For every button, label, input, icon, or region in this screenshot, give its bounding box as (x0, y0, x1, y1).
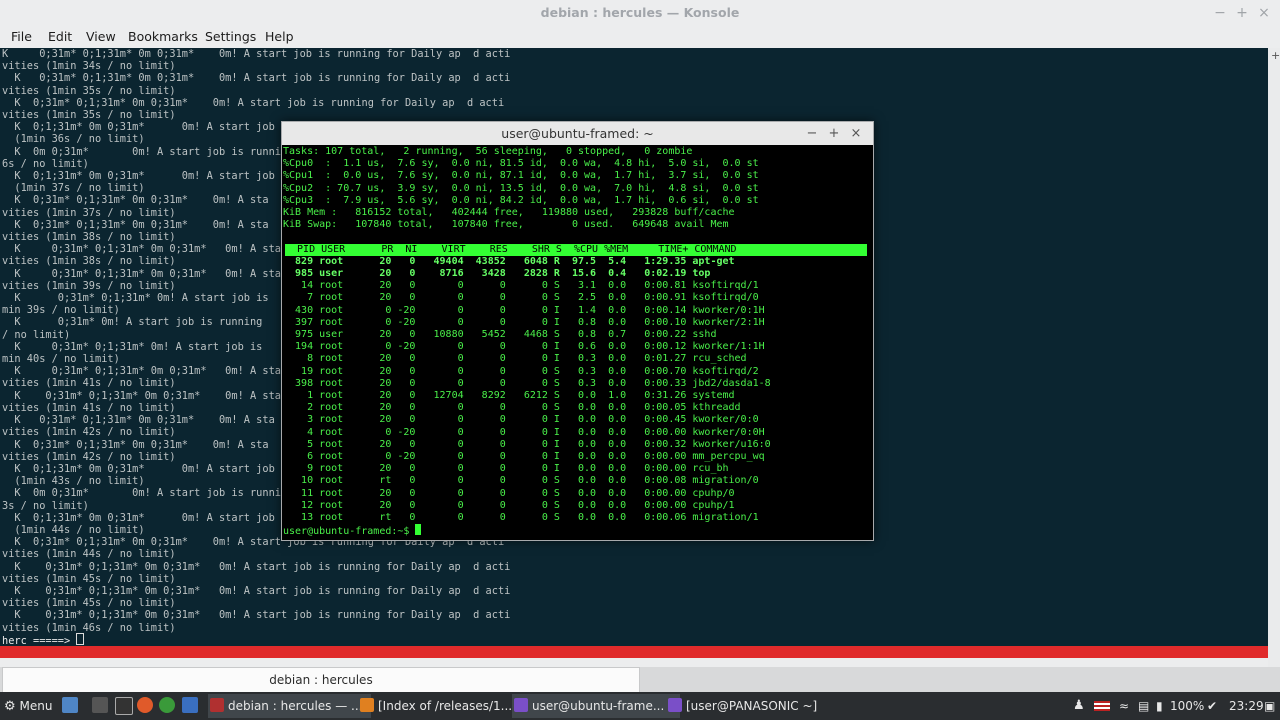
summary-line: %Cpu1 : 0.0 us, 7.6 sy, 0.0 ni, 87.1 id,… (283, 170, 759, 182)
close-icon[interactable]: × (1254, 3, 1274, 23)
notification-icon[interactable]: ▣ (1264, 692, 1275, 720)
konsole-menubar: File Edit View Bookmarks Settings Help (0, 26, 1280, 48)
menu-bookmarks[interactable]: Bookmarks (128, 26, 198, 48)
process-row-line: 13 root rt 0 0 0 0 S 0.0 0.0 0:00.06 mig… (283, 512, 759, 524)
scrollbar[interactable]: + (1268, 48, 1280, 668)
process-row-line: 985 user 20 0 8716 3428 2828 R 15.6 0.4 … (283, 268, 711, 280)
process-row-line: 397 root 0 -20 0 0 0 I 0.8 0.0 0:00.10 k… (283, 316, 765, 328)
konsole-prompt[interactable]: herc =====> (2, 633, 85, 646)
summary-line: KiB Swap: 107840 total, 107840 free, 0 u… (283, 219, 729, 231)
process-row-line: 5 root 20 0 0 0 0 I 0.0 0.0 0:00.32 kwor… (283, 438, 771, 450)
konsole-title: debian : hercules — Konsole (540, 5, 740, 20)
top-blank-line (283, 231, 872, 243)
start-menu-button[interactable]: ⚙ Menu (4, 692, 52, 720)
process-row-line: 9 root 20 0 0 0 0 I 0.0 0.0 0:00.00 rcu_… (283, 463, 729, 475)
process-row-line: 19 root 20 0 0 0 0 S 0.3 0.0 0:00.70 kso… (283, 365, 759, 377)
log-line: K 0;31m* 0;1;31m* 0m 0;31m* 0m! A start … (2, 609, 511, 622)
maximize-icon[interactable]: + (1232, 3, 1252, 23)
log-line: vities (1min 34s / no limit) (2, 60, 176, 73)
menu-view[interactable]: View (86, 26, 116, 48)
terminal-title: user@ubuntu-framed: ~ (501, 126, 654, 141)
firefox-icon[interactable] (137, 697, 153, 713)
vnc-icon[interactable] (182, 697, 198, 713)
process-row-line: 829 root 20 0 49404 43852 6048 R 97.5 5.… (283, 255, 735, 267)
process-row-line: 4 root 0 -20 0 0 0 I 0.0 0.0 0:00.00 kwo… (283, 426, 765, 438)
summary-line: Tasks: 107 total, 2 running, 56 sleeping… (283, 146, 693, 157)
chrome-icon[interactable] (159, 697, 175, 713)
task-user-panasonic[interactable]: [user@PANASONIC ~] (666, 694, 826, 718)
top-terminal-window[interactable]: user@ubuntu-framed: ~ − + × Tasks: 107 t… (281, 121, 874, 541)
task-index-releases[interactable]: [Index of /releases/1... (358, 694, 523, 718)
process-row-line: 398 root 20 0 0 0 0 S 0.3 0.0 0:00.33 jb… (283, 377, 771, 389)
log-line: K 0;31m* 0;1;31m* 0m 0;31m* 0m! A start … (2, 560, 511, 573)
summary-line: %Cpu0 : 1.1 us, 7.6 sy, 0.0 ni, 81.5 id,… (283, 158, 759, 170)
log-line: vities (1min 45s / no limit) (2, 572, 176, 585)
terminal-task-icon (514, 698, 528, 712)
terminal-close-icon[interactable]: × (847, 122, 865, 145)
process-row-line: 10 root rt 0 0 0 0 S 0.0 0.0 0:00.08 mig… (283, 475, 759, 487)
process-row-line: 8 root 20 0 0 0 0 I 0.3 0.0 0:01.27 rcu_… (283, 353, 747, 365)
terminal-prompt[interactable]: user@ubuntu-framed:~$ (283, 524, 872, 538)
terminal-launcher-icon[interactable] (92, 697, 108, 713)
summary-line: %Cpu3 : 7.9 us, 5.6 sy, 0.0 ni, 84.2 id,… (283, 194, 759, 206)
wifi-icon[interactable]: ≈ (1119, 692, 1129, 720)
process-row-line: 12 root 20 0 0 0 0 S 0.0 0.0 0:00.00 cpu… (283, 499, 735, 511)
cursor (415, 524, 422, 536)
log-line: K 0;31m* 0;1;31m* 0m 0;31m* 0m! A start … (2, 72, 511, 85)
flag-icon[interactable] (1094, 692, 1110, 720)
process-row-line: 7 root 20 0 0 0 0 S 2.5 0.0 0:00.91 ksof… (283, 292, 759, 304)
minimize-icon[interactable]: − (1210, 3, 1230, 23)
clock: 23:29 (1229, 699, 1264, 713)
menu-file[interactable]: File (11, 26, 32, 48)
terminal-titlebar: user@ubuntu-framed: ~ − + × (282, 122, 873, 145)
top-output: Tasks: 107 total, 2 running, 56 sleeping… (283, 146, 872, 539)
konsole-task-icon (210, 698, 224, 712)
browser-task-icon (360, 698, 374, 712)
user-icon[interactable]: ♟ (1073, 692, 1085, 720)
terminal-task-icon (668, 698, 682, 712)
process-row-line: 6 root 0 -20 0 0 0 I 0.0 0.0 0:00.00 mm_… (283, 451, 765, 463)
menu-help[interactable]: Help (265, 26, 294, 48)
log-line: vities (1min 46s / no limit) (2, 621, 176, 634)
status-bar-red (0, 646, 1268, 658)
log-line: vities (1min 44s / no limit) (2, 548, 176, 561)
process-row-line: 975 user 20 0 10880 5452 4468 S 0.8 0.7 … (283, 329, 717, 341)
process-row-line: 3 root 20 0 0 0 0 I 0.0 0.0 0:00.45 kwor… (283, 414, 759, 426)
tab-debian-hercules[interactable]: debian : hercules (2, 667, 640, 692)
log-line: vities (1min 35s / no limit) (2, 84, 176, 97)
process-row-line: 2 root 20 0 0 0 0 S 0.0 0.0 0:00.05 kthr… (283, 402, 741, 414)
top-summary: Tasks: 107 total, 2 running, 56 sleeping… (283, 146, 872, 231)
menu-settings[interactable]: Settings (205, 26, 256, 48)
process-table-header: PID USER PR NI VIRT RES SHR S %CPU %MEM … (285, 243, 867, 256)
process-row-line: 11 root 20 0 0 0 0 S 0.0 0.0 0:00.00 cpu… (283, 487, 735, 499)
summary-line: KiB Mem : 816152 total, 402444 free, 119… (283, 207, 735, 219)
process-row-line: 14 root 20 0 0 0 0 S 3.1 0.0 0:00.81 kso… (283, 280, 759, 292)
taskbar: ⚙ Menu debian : hercules — ... [Index of… (0, 692, 1280, 720)
summary-line: %Cpu2 : 70.7 us, 3.9 sy, 0.0 ni, 13.5 id… (283, 182, 759, 194)
process-row-line: 430 root 0 -20 0 0 0 I 1.4 0.0 0:00.14 k… (283, 304, 765, 316)
process-row-line: 1 root 20 0 12704 8292 6212 S 0.0 1.0 0:… (283, 390, 735, 402)
scroll-add-icon: + (1271, 49, 1280, 62)
log-line: vities (1min 45s / no limit) (2, 597, 176, 610)
process-row-line: 194 root 0 -20 0 0 0 I 0.6 0.0 0:00.12 k… (283, 341, 765, 353)
battery-level: 100% (1170, 699, 1205, 713)
task-user-ubuntu-framed[interactable]: user@ubuntu-frame... (512, 694, 680, 718)
task-debian-hercules[interactable]: debian : hercules — ... (208, 694, 371, 718)
network-icon[interactable]: ▤ (1138, 692, 1149, 720)
log-line: K 0;31m* 0;1;31m* 0m 0;31m* 0m! A start … (2, 48, 511, 60)
battery-icon[interactable]: ▮ (1156, 692, 1163, 720)
log-line: K 0;31m* 0;1;31m* 0m 0;31m* 0m! A start … (2, 584, 511, 597)
terminal-maximize-icon[interactable]: + (825, 122, 843, 145)
process-table: 829 root 20 0 49404 43852 6048 R 97.5 5.… (283, 256, 872, 524)
gear-icon: ⚙ (4, 699, 16, 714)
terminal-minimize-icon[interactable]: − (803, 122, 821, 145)
log-line: K 0;31m* 0;1;31m* 0m 0;31m* 0m! A start … (2, 96, 505, 109)
shield-icon[interactable]: ✔ (1207, 692, 1217, 720)
log-line: vities (1min 35s / no limit) (2, 109, 176, 122)
menu-edit[interactable]: Edit (48, 26, 72, 48)
console-launcher-icon[interactable] (115, 697, 133, 715)
show-desktop-icon[interactable] (62, 697, 78, 713)
